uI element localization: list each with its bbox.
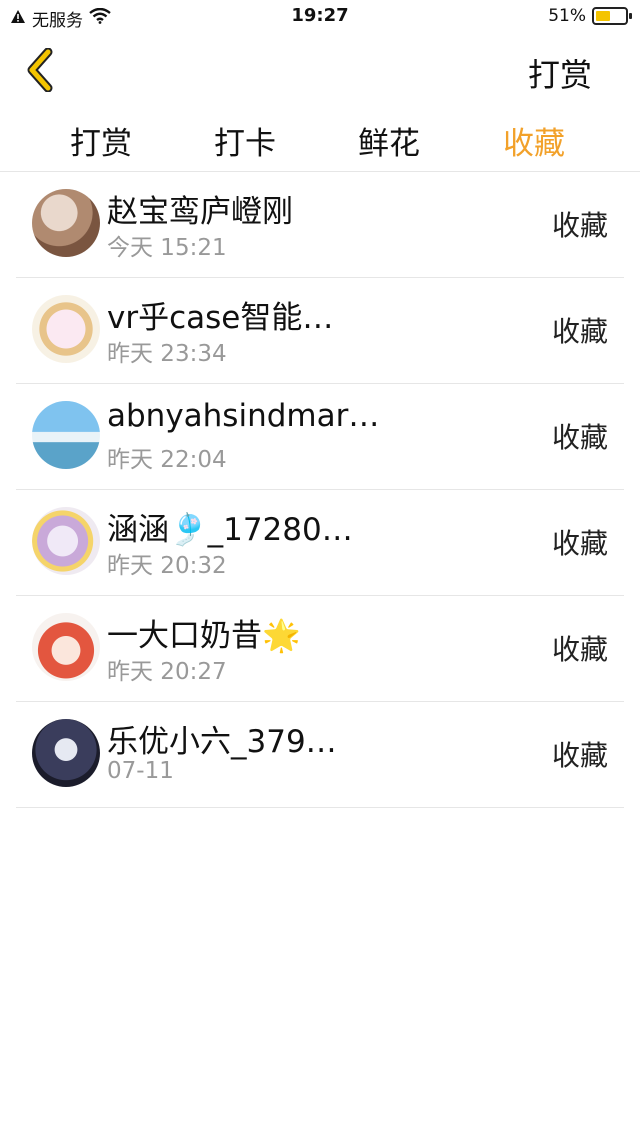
- favorite-action: 收藏: [551, 527, 608, 560]
- favorite-action: 收藏: [551, 633, 608, 666]
- list-item[interactable]: 赵宝鸾庐嶝刚 今天 15:21 收藏: [16, 172, 624, 278]
- list-item[interactable]: 乐优小六_379… 07-11 收藏: [16, 702, 624, 808]
- favorites-list: 赵宝鸾庐嶝刚 今天 15:21 收藏 vr乎case智能… 昨天 23:34 收…: [16, 172, 624, 808]
- user-name: abnyahsindmar…: [107, 398, 380, 434]
- avatar[interactable]: [32, 507, 100, 575]
- favorite-action: 收藏: [551, 209, 608, 242]
- user-name: 涵涵🎐_17280…: [107, 512, 353, 548]
- avatar[interactable]: [32, 295, 100, 363]
- user-name: 乐优小六_379…: [107, 724, 337, 760]
- tab-flowers[interactable]: 鲜花: [358, 118, 420, 163]
- list-item[interactable]: abnyahsindmar… 昨天 22:04 收藏: [16, 384, 624, 490]
- timestamp: 昨天 22:04: [107, 447, 227, 473]
- back-button[interactable]: [20, 47, 60, 93]
- avatar[interactable]: [32, 719, 100, 787]
- chevron-left-icon: [27, 47, 53, 93]
- timestamp: 07-11: [107, 758, 174, 784]
- status-time: 19:27: [291, 5, 349, 26]
- avatar[interactable]: [32, 613, 100, 681]
- timestamp: 昨天 20:27: [107, 659, 227, 685]
- tab-checkin[interactable]: 打卡: [214, 118, 276, 163]
- favorite-action: 收藏: [551, 421, 608, 454]
- battery-percent: 51%: [548, 6, 586, 26]
- timestamp: 今天 15:21: [107, 235, 227, 261]
- list-item[interactable]: 一大口奶昔🌟 昨天 20:27 收藏: [16, 596, 624, 702]
- list-item[interactable]: 涵涵🎐_17280… 昨天 20:32 收藏: [16, 490, 624, 596]
- nav-bar: 打赏: [0, 34, 640, 110]
- battery-icon: [592, 7, 632, 25]
- tab-favorites[interactable]: 收藏: [503, 118, 565, 163]
- user-name: 赵宝鸾庐嶝刚: [107, 194, 293, 230]
- reward-button[interactable]: 打赏: [528, 50, 592, 96]
- timestamp: 昨天 23:34: [107, 341, 227, 367]
- list-item[interactable]: vr乎case智能… 昨天 23:34 收藏: [16, 278, 624, 384]
- battery-fill: [596, 11, 610, 21]
- avatar[interactable]: [32, 189, 100, 257]
- timestamp: 昨天 20:32: [107, 553, 227, 579]
- status-bar: 无服务 19:27 51%: [0, 0, 640, 34]
- favorite-action: 收藏: [551, 739, 608, 772]
- user-name: vr乎case智能…: [107, 300, 334, 336]
- user-name: 一大口奶昔🌟: [107, 618, 301, 654]
- status-right: 51%: [548, 6, 632, 26]
- avatar[interactable]: [32, 401, 100, 469]
- tab-reward[interactable]: 打赏: [70, 118, 132, 163]
- tab-bar: 打赏 打卡 鲜花 收藏: [0, 110, 640, 172]
- favorite-action: 收藏: [551, 315, 608, 348]
